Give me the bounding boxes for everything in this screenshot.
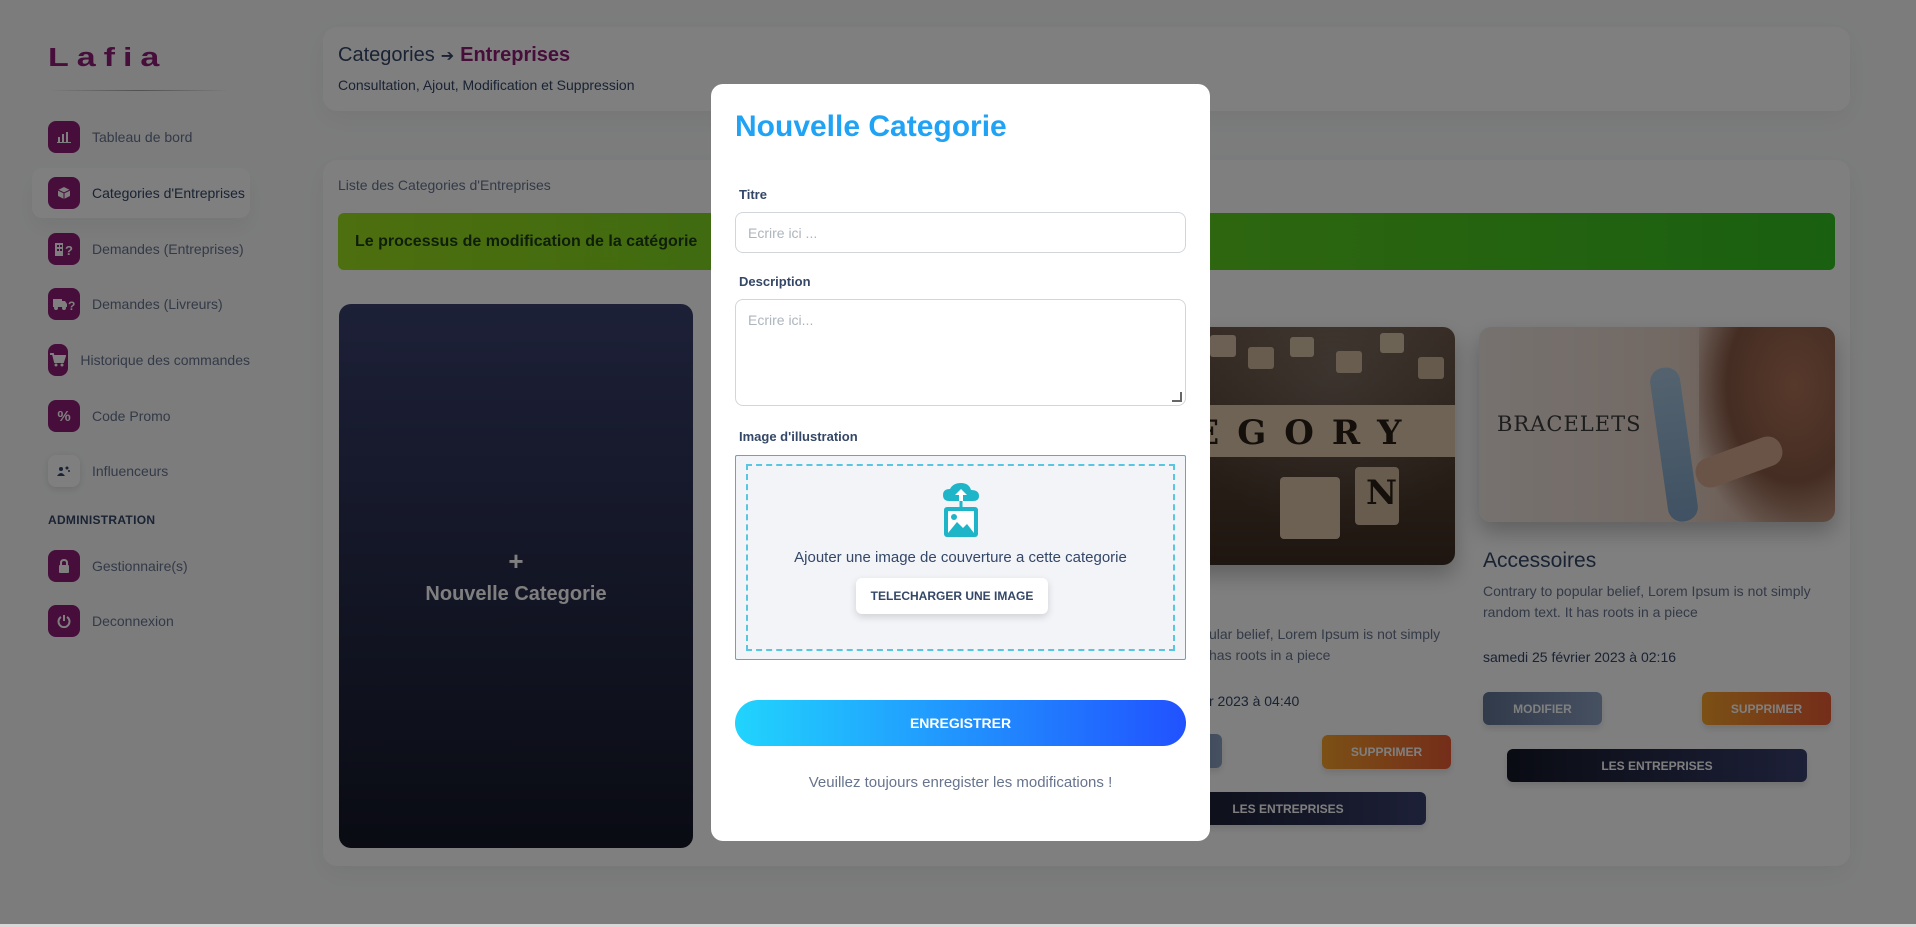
image-dropzone[interactable]: Ajouter une image de couverture a cette … [735,455,1186,660]
upload-image-icon [943,483,979,537]
description-label: Description [739,274,811,289]
title-label: Titre [739,187,767,202]
save-reminder-note: Veuillez toujours enregister les modific… [808,774,1113,791]
upload-image-button[interactable]: TELECHARGER UNE IMAGE [856,578,1048,614]
resize-handle-icon[interactable] [1172,392,1182,402]
description-textarea[interactable]: Ecrire ici... [735,299,1186,406]
image-label: Image d'illustration [739,429,858,444]
description-placeholder: Ecrire ici... [748,312,814,328]
dropzone-text: Ajouter une image de couverture a cette … [794,549,1127,566]
title-placeholder: Ecrire ici ... [748,224,818,241]
new-category-modal: Nouvelle Categorie Titre Ecrire ici ... … [711,84,1210,841]
save-button[interactable]: ENREGISTRER [735,700,1186,746]
title-input[interactable]: Ecrire ici ... [735,212,1186,253]
modal-title: Nouvelle Categorie [735,110,1007,143]
